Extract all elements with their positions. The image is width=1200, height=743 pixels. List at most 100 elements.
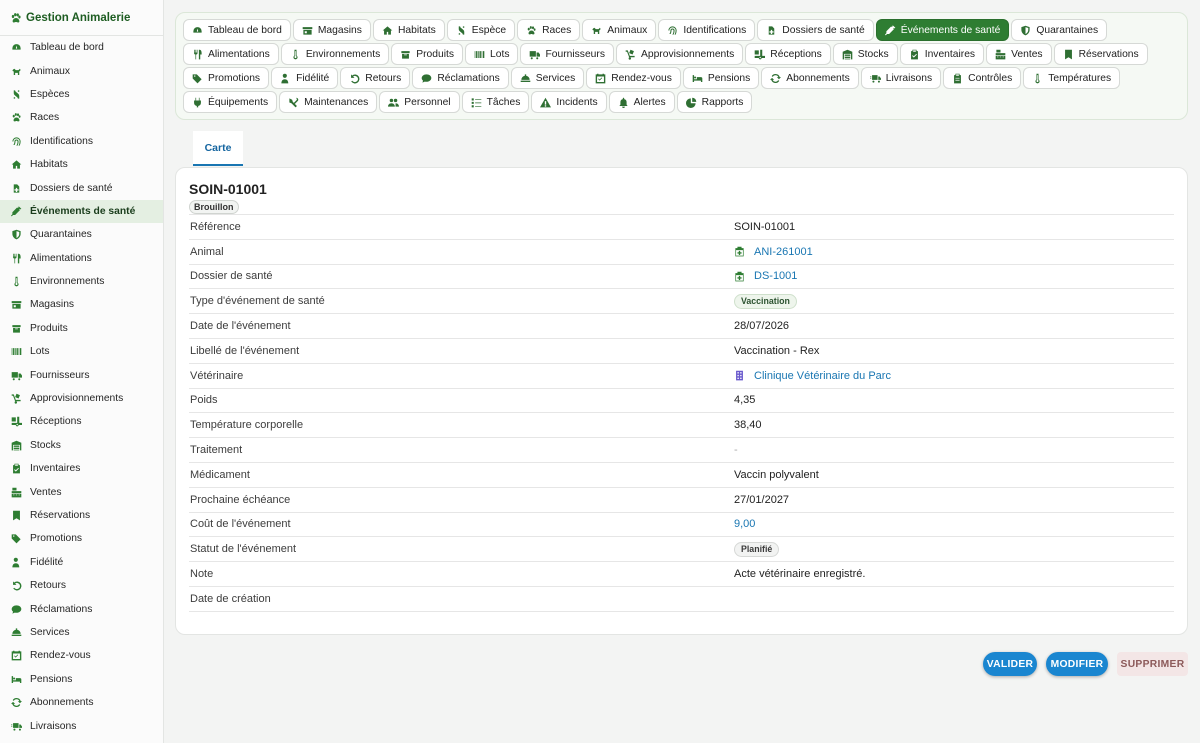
sidebar-item-stocks[interactable]: Stocks	[0, 434, 163, 457]
sidebar-item-receptions[interactable]: Réceptions	[0, 410, 163, 433]
sidebar-item-evenements-de-sante[interactable]: Événements de santé	[0, 199, 163, 224]
tab-dossiers-de-sante[interactable]: Dossiers de santé	[757, 19, 874, 41]
tab-services[interactable]: Services	[510, 67, 585, 89]
tab-produits[interactable]: Produits	[391, 43, 463, 65]
dna-icon	[456, 25, 467, 36]
value-chip: Vaccination	[734, 293, 797, 309]
tab-temperatures[interactable]: Températures	[1023, 67, 1121, 89]
tab-fidelite[interactable]: Fidélité	[271, 67, 339, 89]
sidebar-item-pensions[interactable]: Pensions	[0, 668, 163, 691]
tab-evenements-de-sante[interactable]: Événements de santé	[875, 19, 1010, 41]
tab-approvisionnements[interactable]: Approvisionnements	[615, 43, 744, 65]
bell-concierge-icon	[520, 73, 531, 84]
tab-animaux[interactable]: Animaux	[582, 19, 657, 41]
tab-pensions[interactable]: Pensions	[682, 67, 760, 89]
sidebar-item-approvisionnements[interactable]: Approvisionnements	[0, 387, 163, 410]
tab-reservations[interactable]: Réservations	[1053, 43, 1148, 65]
sidebar-item-races[interactable]: Races	[0, 106, 163, 129]
status-badge: Brouillon	[189, 200, 239, 214]
field-label: Coût de l'événement	[190, 518, 291, 531]
tab-alertes[interactable]: Alertes	[608, 91, 675, 113]
sidebar-item-lots[interactable]: Lots	[0, 340, 163, 363]
tab-races[interactable]: Races	[517, 19, 581, 41]
bookmark-icon	[11, 510, 22, 521]
tab-abonnements[interactable]: Abonnements	[761, 67, 859, 89]
sidebar-item-produits[interactable]: Produits	[0, 317, 163, 340]
sidebar-item-reclamations[interactable]: Réclamations	[0, 597, 163, 620]
sidebar-item-tableau-de-bord[interactable]: Tableau de bord	[0, 36, 163, 59]
sidebar-item-environnements[interactable]: Environnements	[0, 270, 163, 293]
sidebar-item-fidelite[interactable]: Fidélité	[0, 551, 163, 574]
sidebar-item-livraisons[interactable]: Livraisons	[0, 714, 163, 737]
tab-habitats[interactable]: Habitats	[372, 19, 445, 41]
sidebar-item-fournisseurs[interactable]: Fournisseurs	[0, 363, 163, 386]
sidebar-item-dossiers-de-sante[interactable]: Dossiers de santé	[0, 176, 163, 199]
tab-alimentations[interactable]: Alimentations	[183, 43, 279, 65]
sidebar-item-retours[interactable]: Retours	[0, 574, 163, 597]
tab-label: Lots	[490, 48, 510, 60]
sidebar-item-promotions[interactable]: Promotions	[0, 527, 163, 550]
sidebar-item-services[interactable]: Services	[0, 621, 163, 644]
validate-button[interactable]: VALIDER	[983, 652, 1037, 676]
tab-maintenances[interactable]: Maintenances	[279, 91, 378, 113]
field-label: Note	[190, 568, 214, 581]
tab-personnel[interactable]: Personnel	[379, 91, 460, 113]
tab-fournisseurs[interactable]: Fournisseurs	[520, 43, 614, 65]
tab-equipements[interactable]: Équipements	[183, 91, 278, 113]
tab-inventaires[interactable]: Inventaires	[899, 43, 985, 65]
sidebar-item-ventes[interactable]: Ventes	[0, 480, 163, 503]
tab-reclamations[interactable]: Réclamations	[412, 67, 509, 89]
sidebar-item-animaux[interactable]: Animaux	[0, 59, 163, 82]
sidebar-item-label: Retours	[30, 580, 67, 592]
sidebar-item-reservations[interactable]: Réservations	[0, 504, 163, 527]
sidebar-item-inventaires[interactable]: Inventaires	[0, 457, 163, 480]
tab-tableau-de-bord[interactable]: Tableau de bord	[183, 19, 291, 41]
undo-icon	[11, 580, 22, 591]
tab-magasins[interactable]: Magasins	[292, 19, 371, 41]
tab-lots[interactable]: Lots	[465, 43, 519, 65]
delete-button[interactable]: SUPPRIMER	[1117, 652, 1188, 676]
tab-livraisons[interactable]: Livraisons	[860, 67, 942, 89]
bookmark-icon	[1063, 49, 1074, 60]
sidebar-item-rendez-vous[interactable]: Rendez-vous	[0, 644, 163, 667]
field-value[interactable]: Clinique Vétérinaire du Parc	[734, 370, 891, 382]
medical-file-icon	[766, 25, 777, 36]
tab-label: Réclamations	[437, 72, 500, 84]
sidebar-item-magasins[interactable]: Magasins	[0, 293, 163, 316]
tab-receptions[interactable]: Réceptions	[745, 43, 831, 65]
sidebar-item-habitats[interactable]: Habitats	[0, 153, 163, 176]
sidebar-item-identifications[interactable]: Identifications	[0, 130, 163, 153]
app-brand[interactable]: Gestion Animalerie	[0, 0, 163, 36]
tab-label: Températures	[1048, 72, 1112, 84]
tab-stocks[interactable]: Stocks	[832, 43, 898, 65]
tab-ventes[interactable]: Ventes	[986, 43, 1052, 65]
sidebar-item-abonnements[interactable]: Abonnements	[0, 691, 163, 714]
tab-incidents[interactable]: Incidents	[531, 91, 607, 113]
field-value: 38,40	[734, 419, 762, 431]
tab-label: Races	[542, 24, 572, 36]
sidebar-item-label: Approvisionnements	[30, 393, 124, 405]
tab-controles[interactable]: Contrôles	[943, 67, 1022, 89]
tab-rendez-vous[interactable]: Rendez-vous	[586, 67, 681, 89]
field-label: Vétérinaire	[190, 369, 244, 382]
field-value[interactable]: DS-1001	[734, 270, 797, 282]
tab-taches[interactable]: Tâches	[461, 91, 530, 113]
tab-carte[interactable]: Carte	[193, 131, 243, 166]
sidebar-item-quarantaines[interactable]: Quarantaines	[0, 223, 163, 246]
tab-retours[interactable]: Retours	[340, 67, 411, 89]
tab-rapports[interactable]: Rapports	[676, 91, 753, 113]
tab-environnements[interactable]: Environnements	[280, 43, 390, 65]
field-value[interactable]: 9,00	[734, 518, 755, 530]
tab-promotions[interactable]: Promotions	[183, 67, 270, 89]
field-value[interactable]: ANI-261001	[734, 246, 813, 258]
tab-quarantaines[interactable]: Quarantaines	[1011, 19, 1108, 41]
sidebar-item-label: Réclamations	[30, 603, 93, 615]
field-value: Vaccination	[734, 293, 797, 309]
tab-espece[interactable]: Espèce	[446, 19, 516, 41]
edit-button[interactable]: MODIFIER	[1046, 652, 1108, 676]
sidebar-item-especes[interactable]: Espèces	[0, 83, 163, 106]
tab-label: Abonnements	[786, 72, 850, 84]
sidebar-item-alimentations[interactable]: Alimentations	[0, 247, 163, 270]
tab-identifications[interactable]: Identifications	[658, 19, 756, 41]
field-row-libelle-de-l-evenement: Libellé de l'événement Vaccination - Rex	[189, 339, 1174, 364]
